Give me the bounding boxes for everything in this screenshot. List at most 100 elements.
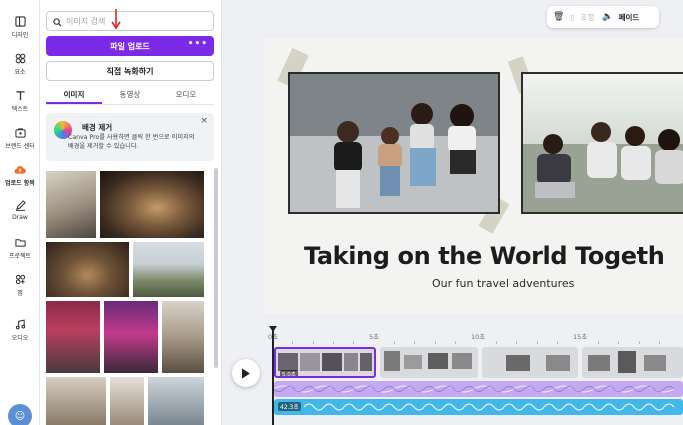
- background-remover-promo: 배경 제거 Canva Pro를 사용하면 클릭 한 번으로 이미지의 배경을 …: [46, 113, 214, 161]
- rail-label: 앱: [17, 290, 23, 297]
- media-tabs: 이미지 동영상 오디오: [46, 86, 214, 104]
- ruler-tick: [435, 341, 436, 344]
- timeline-clip[interactable]: [380, 347, 478, 378]
- image-thumbnail[interactable]: [148, 377, 204, 425]
- play-button[interactable]: [232, 359, 260, 387]
- clip-duration-badge: 5.0초: [280, 370, 298, 378]
- rail-item-apps[interactable]: 앱: [0, 272, 40, 297]
- apps-icon: [13, 272, 27, 286]
- search-icon: [53, 12, 62, 31]
- elements-icon: [13, 51, 27, 65]
- rail-item-audio[interactable]: 오디오: [0, 317, 40, 342]
- upload-cloud-icon: [13, 162, 27, 176]
- ruler-tick: [618, 341, 619, 344]
- ruler-tick: [313, 341, 314, 344]
- uploads-panel: 파일 업로드 ••• 직접 녹화하기 이미지 동영상 오디오 배경 제거 Can…: [40, 0, 222, 425]
- adjust-button: 조정: [580, 12, 595, 22]
- ruler-tick: [537, 341, 538, 344]
- rail-item-projects[interactable]: 프로젝트: [0, 235, 40, 260]
- audio-track-purple[interactable]: [274, 381, 683, 397]
- image-thumbnail[interactable]: [46, 171, 96, 238]
- search-input-wrapper[interactable]: [46, 11, 214, 31]
- design-canvas[interactable]: Taking on the World Togeth Our fun trave…: [264, 38, 683, 314]
- search-input[interactable]: [66, 16, 196, 26]
- ruler-tick: [496, 341, 497, 344]
- ruler-tick: [455, 341, 456, 344]
- waveform: [274, 385, 675, 393]
- ruler-tick: [353, 341, 354, 344]
- timeline-clip[interactable]: [582, 347, 683, 378]
- image-thumbnail[interactable]: [46, 301, 100, 373]
- image-thumbnail[interactable]: [46, 377, 106, 425]
- rail-label: Draw: [12, 214, 28, 221]
- rail-label: 요소: [14, 69, 26, 76]
- image-thumbnail[interactable]: [100, 171, 204, 238]
- split-icon: ▯: [570, 12, 575, 22]
- image-thumbnail[interactable]: [162, 301, 204, 373]
- group-photo[interactable]: [521, 72, 683, 214]
- image-thumbnail[interactable]: [133, 242, 204, 297]
- fade-button[interactable]: 페이드: [619, 12, 640, 23]
- audio-track-blue[interactable]: 42.3초: [274, 399, 683, 415]
- ruler-tick: [292, 341, 293, 344]
- group-photo-art: [523, 74, 683, 212]
- tab-videos[interactable]: 동영상: [102, 86, 158, 104]
- rail-item-design[interactable]: 디자인: [0, 14, 40, 39]
- ruler-label: 15초: [573, 333, 588, 341]
- image-thumbnail[interactable]: [104, 301, 158, 373]
- slide-headline[interactable]: Taking on the World Togeth: [304, 242, 665, 270]
- timeline-clip[interactable]: 5.0초: [274, 347, 376, 378]
- upload-file-label: 파일 업로드: [110, 41, 150, 51]
- music-icon: [13, 317, 27, 331]
- more-options-icon[interactable]: •••: [188, 39, 208, 49]
- ruler-tick: [516, 341, 517, 344]
- rail-item-elements[interactable]: 요소: [0, 51, 40, 76]
- element-toolbar: 🗑 ▯ 조정 🔈 페이드: [547, 6, 659, 28]
- promo-body: Canva Pro를 사용하면 클릭 한 번으로 이미지의 배경을 제거할 수 …: [68, 134, 195, 150]
- tab-images[interactable]: 이미지: [46, 86, 102, 104]
- promo-title: 배경 제거: [82, 123, 113, 132]
- ruler-tick: [639, 341, 640, 344]
- playhead[interactable]: [272, 328, 274, 425]
- trash-icon[interactable]: 🗑: [553, 12, 564, 22]
- ruler-tick: [333, 341, 334, 344]
- rail-label: 업로드 항목: [5, 180, 35, 187]
- rail-item-draw[interactable]: Draw: [0, 198, 40, 221]
- rail-item-uploads[interactable]: 업로드 항목: [0, 162, 40, 187]
- tabs-divider: [46, 104, 214, 105]
- audio-duration-badge: 42.3초: [278, 402, 301, 411]
- rail-label: 프로젝트: [8, 253, 32, 260]
- timeline-clip[interactable]: [482, 347, 578, 378]
- panel-scrollbar[interactable]: [214, 168, 218, 368]
- waveform: [303, 403, 675, 411]
- rail-item-text[interactable]: 텍스트: [0, 88, 40, 113]
- image-thumbnail[interactable]: [46, 242, 129, 297]
- ruler-label: 5초: [369, 333, 380, 341]
- ruler-label: 10초: [471, 333, 486, 341]
- close-icon[interactable]: ×: [200, 116, 208, 126]
- ruler-tick: [598, 341, 599, 344]
- upload-file-button[interactable]: 파일 업로드 •••: [46, 36, 214, 56]
- help-avatar-icon[interactable]: ☺: [8, 404, 32, 425]
- pen-icon: [13, 198, 27, 212]
- rail-label: 오디오: [11, 335, 29, 342]
- image-thumbnail[interactable]: [110, 377, 144, 425]
- friends-photo-art: [290, 74, 498, 212]
- record-yourself-button[interactable]: 직접 녹화하기: [46, 61, 214, 81]
- text-icon: [13, 88, 27, 102]
- play-icon: [242, 368, 250, 378]
- ruler-tick: [659, 341, 660, 344]
- rail-item-brand[interactable]: 브랜드 센터: [0, 125, 40, 150]
- volume-icon[interactable]: 🔈: [602, 12, 613, 22]
- rail-label: 브랜드 센터: [5, 143, 35, 150]
- rail-label: 텍스트: [11, 106, 29, 113]
- folder-icon: [13, 235, 27, 249]
- slide-subheadline[interactable]: Our fun travel adventures: [432, 277, 574, 290]
- rail-label: 디자인: [11, 32, 29, 39]
- side-rail: 디자인 요소 텍스트 브랜드 센터 업로드 항목 Draw 프로젝트 앱 오디오…: [0, 0, 40, 425]
- friends-photo[interactable]: [288, 72, 500, 214]
- annotation-arrow-icon: [111, 9, 121, 30]
- layout-icon: [13, 14, 27, 28]
- video-clip-track: 5.0초: [274, 347, 683, 378]
- tab-audio[interactable]: 오디오: [158, 86, 214, 104]
